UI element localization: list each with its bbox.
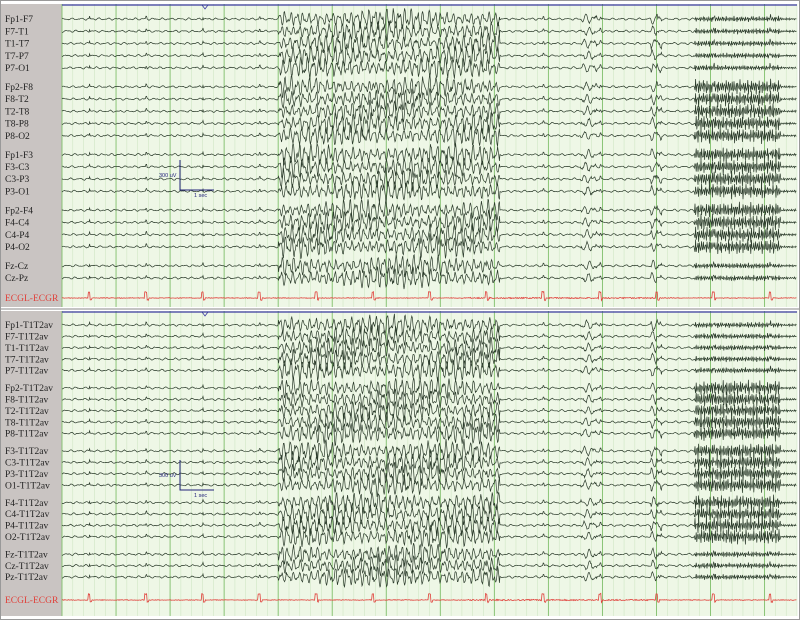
channel-label: T1-T1T2av xyxy=(5,344,49,354)
montage-panel-average-reference: Fp1-T1T2av F7-T1T2avT1-T1T2avT7-T1T2av P7-… xyxy=(0,311,798,616)
channel-label: P3-O1 xyxy=(5,187,30,197)
calibration-time: 1 sec xyxy=(194,193,207,199)
channel-label: T7-P7 xyxy=(5,52,29,62)
calibration-time: 1 sec xyxy=(194,493,207,499)
channel-label: T2-T8 xyxy=(5,107,30,117)
channel-label: Pz-T1T2av xyxy=(5,573,48,583)
channel-label: O2-T1T2av xyxy=(5,533,50,543)
channel-label: F3-C3 xyxy=(5,163,30,173)
ecg-channel-label: ECGL-ECGR xyxy=(5,596,59,606)
eeg-viewer: Fp1-F7 F7-T1 T1-T7 T7-P7 P7-O1 Fp2-F8 F8-T2 T2-… xyxy=(0,0,800,620)
channel-label: T7-T1T2av xyxy=(5,355,49,365)
channel-label: T2-T1T2av xyxy=(5,407,49,417)
channel-label: Cz-Pz xyxy=(5,274,28,284)
channel-label: Fp2-F8 xyxy=(5,83,33,93)
channel-label: F4-C4 xyxy=(5,219,30,229)
channel-label: Fp2-T1T2av xyxy=(5,384,53,394)
channel-label: P4-T1T2av xyxy=(5,522,49,532)
channel-label: F7-T1T2av xyxy=(5,333,49,343)
channel-label: P8-O2 xyxy=(5,132,30,142)
channel-label: Cz-T1T2av xyxy=(5,562,49,572)
channel-label: Fp2-F4 xyxy=(5,206,33,216)
channel-label: Fz-Cz xyxy=(5,262,28,272)
montage-panel-bipolar: Fp1-F7 F7-T1 T1-T7 T7-P7 P7-O1 Fp2-F8 F8-T2 T2-… xyxy=(0,4,798,307)
channel-label: Fp1-F7 xyxy=(5,15,33,25)
eeg-recording-view: Fp1-F7 F7-T1 T1-T7 T7-P7 P7-O1 Fp2-F8 F8-T2 T2-… xyxy=(0,0,800,620)
channel-label: F3-T1T2av xyxy=(5,447,49,457)
calibration-amplitude: 300 uV xyxy=(159,173,177,179)
channel-label: F4-T1T2av xyxy=(5,499,49,509)
channel-label: Fp1-T1T2av xyxy=(5,321,53,331)
channel-label: C4-T1T2av xyxy=(5,510,50,520)
channel-label: O1-T1T2av xyxy=(5,481,50,491)
montage-panels: Fp1-F7 F7-T1 T1-T7 T7-P7 P7-O1 Fp2-F8 F8-T2 T2-… xyxy=(0,0,800,620)
channel-label: P8-T1T2av xyxy=(5,430,49,440)
channel-label: F8-T2 xyxy=(5,95,29,105)
channel-label: Fp1-F3 xyxy=(5,151,33,161)
channel-label: T8-P8 xyxy=(5,120,29,130)
channel-label: Fz-T1T2av xyxy=(5,550,48,560)
channel-label: P3-T1T2av xyxy=(5,470,49,480)
channel-label: T8-T1T2av xyxy=(5,418,49,428)
channel-label: P7-O1 xyxy=(5,64,30,74)
channel-label: F8-T1T2av xyxy=(5,396,49,406)
channel-label: T1-T7 xyxy=(5,40,30,50)
channel-label: P4-O2 xyxy=(5,243,30,253)
calibration-amplitude: 300 uV xyxy=(159,473,177,479)
channel-label: P7-T1T2av xyxy=(5,367,49,377)
channel-label: F7-T1 xyxy=(5,27,29,37)
channel-label: C4-P4 xyxy=(5,231,30,241)
channel-label: C3-P3 xyxy=(5,175,30,185)
channel-label: C3-T1T2av xyxy=(5,459,50,469)
ecg-channel-label: ECGL-ECGR xyxy=(5,294,59,304)
